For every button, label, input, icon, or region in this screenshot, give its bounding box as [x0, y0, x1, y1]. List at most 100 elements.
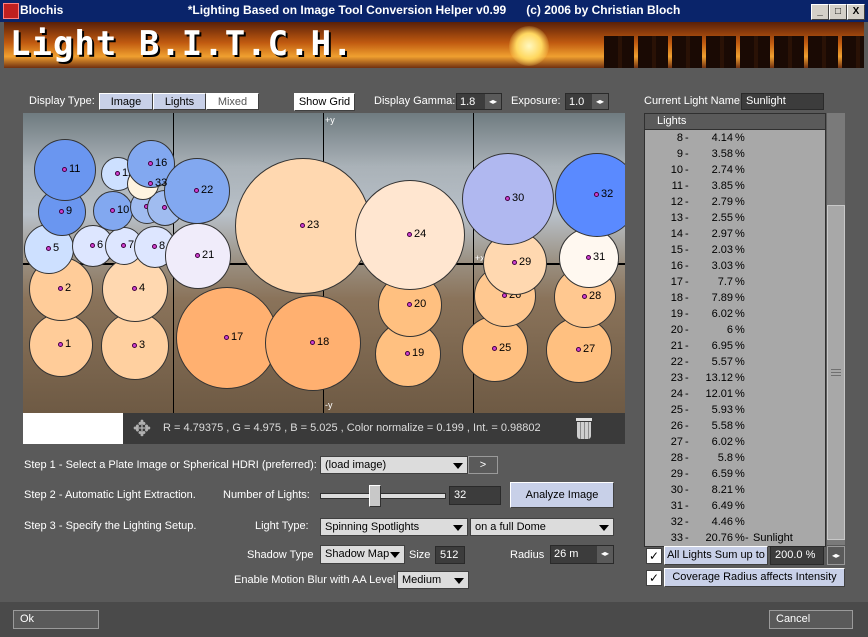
- all-lights-sum-field[interactable]: 200.0 %: [770, 546, 824, 565]
- light-list-item[interactable]: 8- 4.14%: [645, 130, 825, 146]
- light-percent: 6.49: [711, 500, 733, 512]
- light-list-item[interactable]: 27- 6.02%: [645, 434, 825, 450]
- exposure-spinner[interactable]: 1.0 ◂▸: [565, 93, 609, 110]
- analyze-image-button[interactable]: Analyze Image: [510, 482, 614, 508]
- light-list-item[interactable]: 29- 6.59%: [645, 466, 825, 482]
- sum-spinner-arrows-icon[interactable]: ◂▸: [827, 546, 845, 565]
- tab-image[interactable]: Image: [99, 93, 153, 110]
- gamma-spinner[interactable]: 1.8 ◂▸: [456, 93, 502, 110]
- light-list-item[interactable]: 13- 2.55%: [645, 210, 825, 226]
- all-lights-sum-label: All Lights Sum up to: [664, 546, 768, 565]
- light-list-item[interactable]: 10- 2.74%: [645, 162, 825, 178]
- spinner-arrows-icon[interactable]: ◂▸: [597, 546, 613, 563]
- light-number-label: 32: [601, 188, 614, 200]
- hdri-viewport[interactable]: +y -y -z -x +z +x z 12345678910111213141…: [23, 113, 625, 413]
- light-center-dot: [59, 209, 64, 214]
- light-number-label: 21: [202, 249, 215, 261]
- banner: Light B.I.T.C.H.: [4, 22, 864, 68]
- light-center-dot: [90, 243, 95, 248]
- light-index: 9: [676, 148, 683, 160]
- light-list-item[interactable]: 26- 5.58%: [645, 418, 825, 434]
- light-list-item[interactable]: 15- 2.03%: [645, 242, 825, 258]
- light-center-dot: [405, 351, 410, 356]
- light-percent: 2.79: [711, 196, 733, 208]
- current-light-name-field[interactable]: Sunlight: [741, 93, 824, 110]
- window-title-text: *Lighting Based on Image Tool Conversion…: [187, 3, 507, 17]
- separator: -: [685, 164, 689, 176]
- light-list-item[interactable]: 22- 5.57%: [645, 354, 825, 370]
- light-number-label: 9: [66, 205, 73, 217]
- percent-sign: %: [735, 148, 745, 160]
- percent-sign: %: [735, 356, 745, 368]
- light-list-item[interactable]: 23- 13.12%: [645, 370, 825, 386]
- lights-slider-thumb[interactable]: [369, 485, 381, 507]
- light-percent: 6.59: [711, 468, 733, 480]
- light-list-item[interactable]: 14- 2.97%: [645, 226, 825, 242]
- load-image-dropdown[interactable]: (load image): [320, 456, 468, 474]
- gamma-value: 1.8: [460, 96, 476, 108]
- light-list-item[interactable]: 32- 4.46%: [645, 514, 825, 530]
- light-percent: 4.14: [711, 132, 733, 144]
- lights-scrollbar-thumb[interactable]: [827, 205, 845, 540]
- shadow-size-field[interactable]: 512: [435, 546, 465, 564]
- ok-button[interactable]: Ok: [13, 610, 99, 629]
- separator: -: [685, 340, 689, 352]
- separator: -: [685, 420, 689, 432]
- percent-sign: %: [735, 324, 745, 336]
- light-number-label: 31: [593, 251, 606, 263]
- light-index: 12: [670, 196, 683, 208]
- lights-list[interactable]: Lights 8-4.14% 9-3.58% 10-2.74% 11-3.85% 12-…: [644, 113, 826, 547]
- separator: -: [685, 276, 689, 288]
- separator: -: [685, 500, 689, 512]
- light-circle[interactable]: [555, 153, 625, 237]
- coverage-radius-checkbox[interactable]: ✓: [646, 570, 662, 586]
- light-list-item[interactable]: 25- 5.93%: [645, 402, 825, 418]
- light-index: 11: [671, 180, 683, 192]
- light-list-item[interactable]: 24- 12.01%: [645, 386, 825, 402]
- light-percent: 12.01: [705, 388, 733, 400]
- load-go-button[interactable]: >: [468, 456, 498, 474]
- separator: -: [685, 292, 689, 304]
- light-list-item[interactable]: 28- 5.8%: [645, 450, 825, 466]
- light-list-item[interactable]: 31- 6.49%: [645, 498, 825, 514]
- light-list-item[interactable]: 20- 6%: [645, 322, 825, 338]
- light-type-dropdown[interactable]: Spinning Spotlights: [320, 518, 468, 536]
- spinner-arrows-icon[interactable]: ◂▸: [592, 94, 608, 109]
- light-list-item[interactable]: 33-20.76% - Sunlight: [645, 530, 825, 546]
- dome-dropdown[interactable]: on a full Dome: [470, 518, 614, 536]
- motion-blur-dropdown[interactable]: Medium: [397, 571, 469, 589]
- light-list-item[interactable]: 12- 2.79%: [645, 194, 825, 210]
- light-list-item[interactable]: 30- 8.21%: [645, 482, 825, 498]
- light-list-item[interactable]: 17- 7.7%: [645, 274, 825, 290]
- light-number-label: 16: [155, 157, 168, 169]
- light-center-dot: [132, 343, 137, 348]
- lights-slider-track[interactable]: [320, 493, 446, 499]
- light-center-dot: [224, 335, 229, 340]
- shadow-type-dropdown[interactable]: Shadow Map: [320, 545, 405, 564]
- light-center-dot: [512, 260, 517, 265]
- light-number-label: 2: [65, 282, 72, 294]
- show-grid-button[interactable]: Show Grid: [294, 93, 355, 111]
- percent-sign: %: [735, 404, 745, 416]
- light-list-item[interactable]: 11- 3.85%: [645, 178, 825, 194]
- minimize-button[interactable]: _: [811, 4, 829, 20]
- maximize-button[interactable]: □: [829, 4, 847, 20]
- tab-mixed[interactable]: Mixed: [206, 93, 259, 110]
- light-list-item[interactable]: 16- 3.03%: [645, 258, 825, 274]
- radius-spinner[interactable]: 26 m ◂▸: [550, 545, 614, 564]
- cancel-button[interactable]: Cancel: [769, 610, 853, 629]
- all-lights-sum-checkbox[interactable]: ✓: [646, 548, 662, 564]
- light-list-item[interactable]: 18- 7.89%: [645, 290, 825, 306]
- light-list-item[interactable]: 9- 3.58%: [645, 146, 825, 162]
- close-button[interactable]: X: [847, 4, 865, 20]
- move-arrows-icon[interactable]: ✥: [129, 416, 155, 442]
- number-of-lights-field[interactable]: 32: [449, 486, 501, 505]
- shadow-type-value: Shadow Map: [325, 548, 390, 560]
- light-index: 33: [670, 532, 683, 544]
- light-list-item[interactable]: 19- 6.02%: [645, 306, 825, 322]
- trash-icon[interactable]: [572, 415, 596, 442]
- light-list-item[interactable]: 21- 6.95%: [645, 338, 825, 354]
- spinner-arrows-icon[interactable]: ◂▸: [485, 94, 501, 109]
- tab-lights[interactable]: Lights: [153, 93, 206, 110]
- light-number-label: 6: [97, 239, 104, 251]
